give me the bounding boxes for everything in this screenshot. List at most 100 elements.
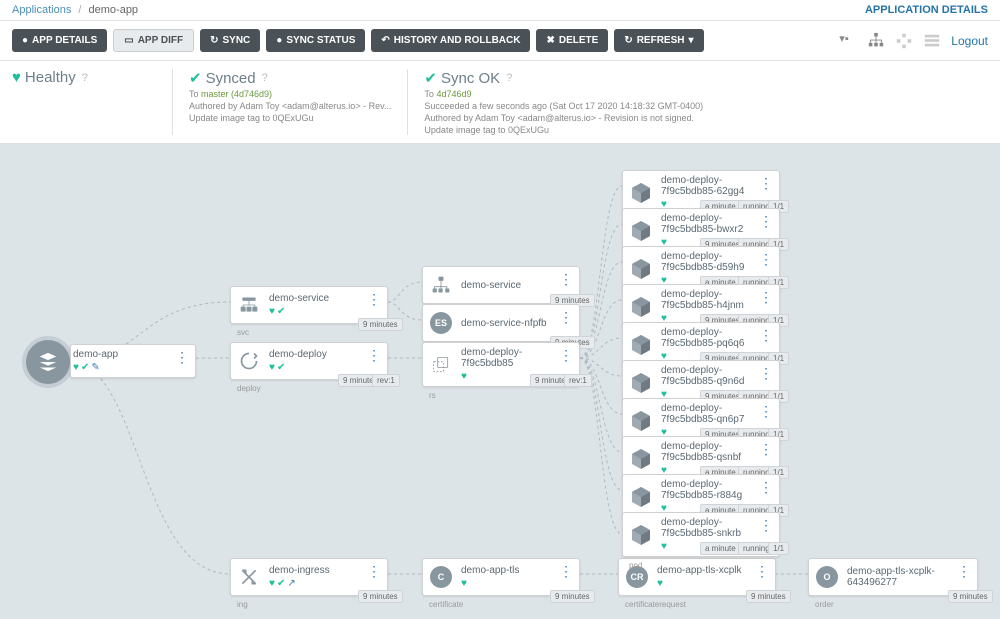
heart-icon: ♥ — [269, 578, 275, 589]
heart-icon: ♥ — [657, 578, 663, 589]
endpoints-icon — [427, 271, 455, 299]
age-tag: 9 minutes — [746, 590, 791, 603]
heart-icon: ♥ — [661, 541, 667, 552]
breadcrumb-separator: / — [78, 4, 81, 16]
node-menu-icon[interactable]: ⋮ — [753, 479, 779, 496]
age-tag: 9 minutes — [550, 590, 595, 603]
pod-icon — [627, 521, 655, 549]
pod-icon — [627, 483, 655, 511]
heart-icon: ♥ — [269, 362, 275, 373]
tree-view-icon[interactable] — [867, 32, 885, 50]
app-diff-button[interactable]: ▭APP DIFF — [113, 29, 194, 52]
help-icon[interactable]: ? — [82, 72, 88, 84]
health-status-block: ♥Healthy? — [12, 69, 172, 135]
history-rollback-button[interactable]: ↶HISTORY AND ROLLBACK — [371, 29, 530, 52]
top-bar: Applications / demo-app APPLICATION DETA… — [0, 0, 1000, 21]
chevron-down-icon: ▾ — [689, 35, 694, 46]
help-icon[interactable]: ? — [262, 72, 268, 84]
node-menu-icon[interactable]: ⋮ — [553, 563, 579, 580]
node-menu-icon[interactable]: ⋮ — [361, 347, 387, 364]
help-icon[interactable]: ? — [506, 72, 512, 84]
node-menu-icon[interactable]: ⋮ — [753, 403, 779, 420]
application-details-link[interactable]: APPLICATION DETAILS — [865, 4, 988, 16]
toolbar-right: ▾▪ Logout — [839, 32, 988, 50]
service-icon — [235, 291, 263, 319]
refresh-icon: ↻ — [624, 35, 632, 46]
list-view-icon[interactable] — [923, 32, 941, 50]
node-menu-icon[interactable]: ⋮ — [753, 251, 779, 268]
pod-icon — [627, 445, 655, 473]
breadcrumb-root[interactable]: Applications — [12, 4, 71, 16]
node-menu-icon[interactable]: ⋮ — [169, 349, 195, 366]
app-root-icon[interactable] — [26, 340, 70, 384]
status-icon: ● — [276, 35, 282, 46]
heart-icon: ♥ — [73, 362, 79, 373]
last-sync-block: ✔Sync OK? To 4d746d9 Succeeded a few sec… — [407, 69, 719, 135]
deploy-icon — [235, 347, 263, 375]
node-menu-icon[interactable]: ⋮ — [753, 213, 779, 230]
node-app-root[interactable]: demo-app ♥✔✎ ⋮ — [70, 344, 196, 378]
pod-icon — [627, 407, 655, 435]
node-menu-icon[interactable]: ⋮ — [553, 347, 579, 364]
edit-icon: ✎ — [91, 362, 99, 373]
breadcrumb-current: demo-app — [89, 4, 139, 16]
revision-link[interactable]: 4d746d9 — [436, 89, 471, 99]
toolbar-left: ●APP DETAILS ▭APP DIFF ↻SYNC ●SYNC STATU… — [12, 29, 704, 52]
ready-tag: 1/1 — [768, 542, 789, 555]
check-icon: ✔ — [81, 362, 89, 373]
delete-button[interactable]: ✖DELETE — [536, 29, 608, 52]
app-details-button[interactable]: ●APP DETAILS — [12, 29, 107, 52]
rev-tag: rev:1 — [564, 374, 592, 387]
network-view-icon[interactable] — [895, 32, 913, 50]
replicaset-icon — [427, 351, 455, 379]
delete-icon: ✖ — [546, 35, 554, 46]
info-icon: ● — [22, 35, 28, 46]
logout-link[interactable]: Logout — [951, 34, 988, 48]
endpointslice-icon: ES — [427, 309, 455, 337]
resource-tree-canvas[interactable]: demo-app ♥✔✎ ⋮ demo-service♥✔ ⋮ svc 9 mi… — [0, 144, 1000, 619]
node-menu-icon[interactable]: ⋮ — [749, 563, 775, 580]
pod-icon — [627, 331, 655, 359]
node-menu-icon[interactable]: ⋮ — [753, 517, 779, 534]
revision-link[interactable]: master (4d746d9) — [201, 89, 272, 99]
pod-icon — [627, 179, 655, 207]
sync-button[interactable]: ↻SYNC — [200, 29, 260, 52]
check-icon: ✔ — [277, 362, 285, 373]
certificate-icon: C — [427, 563, 455, 591]
link-icon: ↗ — [287, 578, 295, 589]
breadcrumb: Applications / demo-app — [12, 4, 138, 16]
age-tag: 9 minutes — [358, 318, 403, 331]
pod-icon — [627, 217, 655, 245]
heart-icon: ♥ — [12, 69, 21, 86]
node-menu-icon[interactable]: ⋮ — [753, 289, 779, 306]
heart-icon: ♥ — [461, 371, 467, 382]
heart-icon: ♥ — [269, 306, 275, 317]
filter-icon[interactable]: ▾▪ — [839, 32, 857, 50]
history-icon: ↶ — [381, 35, 389, 46]
age-tag: 9 minutes — [948, 590, 993, 603]
order-icon: O — [813, 563, 841, 591]
age-tag: a minute — [700, 542, 741, 555]
status-bar: ♥Healthy? ✔Synced? To master (4d746d9) A… — [0, 61, 1000, 144]
pod-icon — [627, 293, 655, 321]
sync-status-button[interactable]: ●SYNC STATUS — [266, 29, 365, 52]
node-menu-icon[interactable]: ⋮ — [753, 365, 779, 382]
rev-tag: rev:1 — [372, 374, 400, 387]
check-circle-icon: ✔ — [189, 69, 202, 87]
node-menu-icon[interactable]: ⋮ — [361, 291, 387, 308]
heart-icon: ♥ — [461, 578, 467, 589]
node-menu-icon[interactable]: ⋮ — [753, 175, 779, 192]
refresh-button[interactable]: ↻REFRESH▾ — [614, 29, 703, 52]
node-menu-icon[interactable]: ⋮ — [553, 309, 579, 326]
node-menu-icon[interactable]: ⋮ — [753, 327, 779, 344]
node-menu-icon[interactable]: ⋮ — [951, 563, 977, 580]
sync-icon: ↻ — [210, 35, 218, 46]
node-menu-icon[interactable]: ⋮ — [753, 441, 779, 458]
check-circle-icon: ✔ — [424, 69, 437, 87]
check-icon: ✔ — [277, 578, 285, 589]
check-icon: ✔ — [277, 306, 285, 317]
node-menu-icon[interactable]: ⋮ — [553, 271, 579, 288]
pod-icon — [627, 255, 655, 283]
age-tag: 9 minutes — [358, 590, 403, 603]
node-menu-icon[interactable]: ⋮ — [361, 563, 387, 580]
